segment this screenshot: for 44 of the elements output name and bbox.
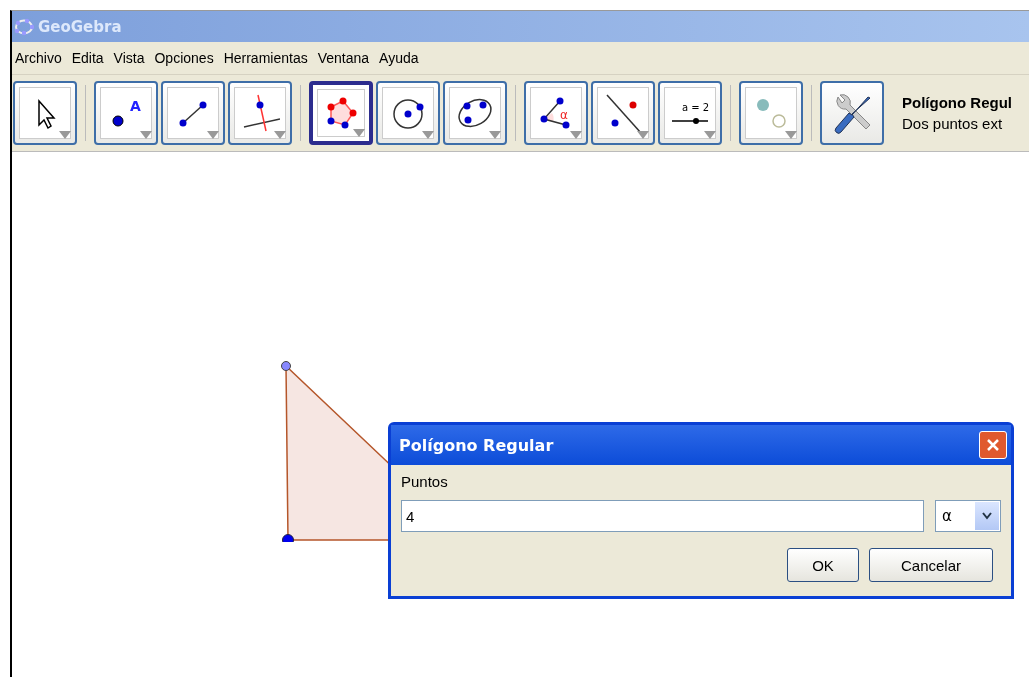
tool-name: Polígono Regul (902, 94, 1012, 111)
tool-button[interactable] (309, 81, 373, 145)
menu-item[interactable]: Herramientas (222, 50, 309, 66)
menu-item[interactable]: Ayuda (378, 50, 420, 66)
triangle-icon (637, 131, 649, 139)
line-and-points-icon (603, 93, 643, 133)
dialog-button[interactable]: OK (787, 548, 859, 582)
tool-button[interactable]: a = 2 (658, 81, 722, 145)
triangle-icon (59, 131, 71, 139)
triangle-icon (422, 131, 434, 139)
menu-item[interactable]: Vista (112, 50, 146, 66)
tool-button[interactable] (739, 81, 803, 145)
menu-item[interactable]: Edita (70, 50, 105, 66)
dialog-title: Polígono Regular (399, 435, 554, 455)
triangle-icon (785, 131, 797, 139)
triangle-icon (207, 131, 219, 139)
tool-button[interactable] (13, 81, 77, 145)
chevron-down-icon (981, 511, 993, 521)
window-title: GeoGebra (38, 17, 122, 36)
symbol-dropdown[interactable]: α (935, 500, 1001, 532)
triangle-icon (274, 131, 286, 139)
ellipse-logo-icon (14, 17, 34, 36)
menu-item[interactable]: Ventana (316, 50, 371, 66)
triangle-icon (570, 131, 582, 139)
triangle-icon (704, 131, 716, 139)
tool-button[interactable] (591, 81, 655, 145)
triangle-icon (140, 131, 152, 139)
menu-item[interactable]: Archivo (14, 50, 63, 66)
close-button[interactable] (979, 431, 1007, 459)
input-field[interactable]: 4 (401, 500, 924, 532)
tool-description: Dos puntos ext (902, 115, 1004, 132)
tool-button[interactable] (376, 81, 440, 145)
triangle-icon (353, 129, 365, 137)
tool-button[interactable]: α (524, 81, 588, 145)
close-icon (986, 438, 1000, 452)
dialog-button[interactable]: Cancelar (869, 548, 993, 582)
menu-item[interactable]: Opciones (153, 50, 215, 66)
tool-button[interactable] (443, 81, 507, 145)
triangle-icon (489, 131, 501, 139)
tool-button[interactable] (161, 81, 225, 145)
tool-button[interactable]: A (94, 81, 158, 145)
tools-button[interactable] (820, 81, 884, 145)
field-label: Puntos (401, 473, 449, 490)
tool-button[interactable] (228, 81, 292, 145)
